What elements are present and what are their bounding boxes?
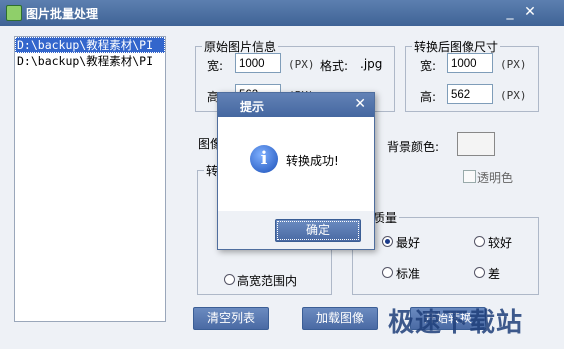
close-button[interactable]: ✕	[520, 3, 540, 21]
original-width-field[interactable]: 1000	[235, 53, 281, 73]
dialog-ok-button[interactable]: 确定	[275, 219, 361, 242]
converted-width-label: 宽:	[420, 59, 437, 73]
success-dialog: 提示 ✕ i 转换成功! 确定	[217, 92, 375, 250]
minimize-button[interactable]: _	[500, 3, 520, 21]
dialog-footer: 确定	[218, 211, 374, 249]
dialog-body: i 转换成功!	[218, 117, 374, 211]
app-icon	[6, 5, 22, 21]
range-radio[interactable]	[224, 274, 235, 285]
file-list-item[interactable]: D:\backup\教程素材\PI	[15, 53, 165, 69]
quality-best-label: 最好	[396, 236, 421, 250]
watermark-text: 极速下载站	[388, 308, 524, 338]
file-list[interactable]: D:\backup\教程素材\PI D:\backup\教程素材\PI	[14, 36, 166, 322]
quality-standard-radio[interactable]	[382, 267, 393, 278]
dialog-title: 提示	[240, 100, 265, 114]
dialog-message: 转换成功!	[286, 154, 339, 168]
converted-height-label: 高:	[420, 90, 437, 104]
load-image-button[interactable]: 加载图像	[302, 307, 378, 330]
converted-width-field[interactable]: 1000	[447, 53, 493, 73]
transparent-label: 透明色	[477, 171, 514, 185]
original-width-unit: (PX)	[288, 58, 315, 71]
info-icon: i	[250, 145, 278, 173]
quality-best-radio[interactable]	[382, 236, 393, 247]
dialog-close-icon[interactable]: ✕	[354, 96, 366, 112]
quality-standard-label: 标准	[396, 267, 421, 281]
transparent-checkbox[interactable]	[463, 170, 476, 183]
clear-list-button[interactable]: 清空列表	[193, 307, 269, 330]
format-label: 格式:	[320, 59, 349, 73]
window-title: 图片批量处理	[26, 7, 99, 21]
quality-poor-radio[interactable]	[474, 267, 485, 278]
quality-good-label: 较好	[488, 236, 513, 250]
dialog-title-bar: 提示 ✕	[218, 93, 374, 117]
converted-height-unit: (PX)	[500, 89, 527, 102]
title-bar: 图片批量处理 _ ✕	[0, 0, 564, 26]
quality-poor-label: 差	[488, 267, 501, 281]
quality-group: 像质量	[352, 209, 539, 295]
format-value: .jpg	[360, 57, 383, 71]
background-color-label: 背景颜色:	[387, 140, 440, 154]
converted-height-field[interactable]: 562	[447, 84, 493, 104]
converted-width-unit: (PX)	[500, 58, 527, 71]
quality-good-radio[interactable]	[474, 236, 485, 247]
original-width-label: 宽:	[207, 59, 224, 73]
background-color-swatch[interactable]	[457, 132, 495, 156]
file-list-item[interactable]: D:\backup\教程素材\PI	[15, 37, 165, 53]
range-radio-label: 高宽范围内	[237, 274, 298, 288]
